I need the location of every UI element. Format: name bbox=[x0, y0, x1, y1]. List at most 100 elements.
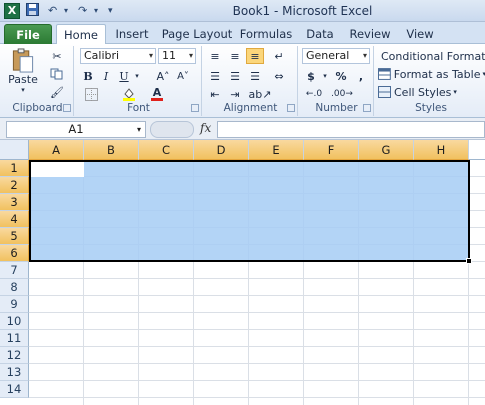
align-bottom-icon[interactable]: ≡ bbox=[246, 48, 264, 64]
tab-review[interactable]: Review bbox=[346, 24, 394, 44]
row-header-1[interactable]: 1 bbox=[0, 160, 29, 177]
column-header-partial[interactable] bbox=[469, 140, 485, 160]
paste-icon bbox=[12, 48, 34, 73]
underline-button[interactable]: U bbox=[116, 68, 132, 84]
alignment-group-label: Alignment bbox=[223, 102, 278, 114]
tab-insert[interactable]: Insert bbox=[110, 24, 154, 44]
number-group: General ▾ $ ▾ % , ←.0 .00→ Number bbox=[300, 46, 374, 116]
borders-icon[interactable] bbox=[80, 86, 102, 102]
row-header-5[interactable]: 5 bbox=[0, 228, 29, 245]
row-header-3[interactable]: 3 bbox=[0, 194, 29, 211]
cell-styles-button[interactable]: Cell Styles ▾ bbox=[378, 84, 485, 100]
comma-button[interactable]: , bbox=[352, 68, 370, 84]
name-box[interactable]: A1 ▾ bbox=[6, 121, 146, 138]
percent-button[interactable]: % bbox=[332, 68, 350, 84]
name-box-value: A1 bbox=[68, 122, 84, 136]
row-header-4[interactable]: 4 bbox=[0, 211, 29, 228]
row-header-12[interactable]: 12 bbox=[0, 347, 29, 364]
shrink-font-button[interactable]: A˅ bbox=[174, 68, 192, 84]
increase-indent-icon[interactable]: ⇥ bbox=[226, 86, 244, 102]
column-header-c[interactable]: C bbox=[139, 140, 194, 160]
column-header-d[interactable]: D bbox=[194, 140, 249, 160]
tab-page-layout[interactable]: Page Layout bbox=[160, 24, 234, 44]
tab-data[interactable]: Data bbox=[300, 24, 340, 44]
currency-button[interactable]: $ bbox=[302, 68, 320, 84]
active-cell[interactable] bbox=[31, 162, 84, 177]
currency-dropdown-icon[interactable]: ▾ bbox=[320, 68, 330, 84]
font-group: Calibri ▾ 11 ▾ B I U ▾ A˄ A˅ A Font bbox=[76, 46, 202, 116]
row-header-2[interactable]: 2 bbox=[0, 177, 29, 194]
tab-view[interactable]: View bbox=[400, 24, 440, 44]
row-header-14[interactable]: 14 bbox=[0, 381, 29, 398]
cut-icon[interactable]: ✂ bbox=[46, 48, 68, 64]
italic-button[interactable]: I bbox=[98, 68, 114, 84]
alignment-launcher-icon[interactable] bbox=[287, 104, 295, 112]
format-painter-icon[interactable]: 🖌 bbox=[46, 84, 68, 100]
number-format-select[interactable]: General ▾ bbox=[302, 48, 370, 64]
column-header-a[interactable]: A bbox=[29, 140, 84, 160]
font-size-select[interactable]: 11 ▾ bbox=[158, 48, 196, 64]
paste-button[interactable]: Paste ▾ bbox=[6, 48, 40, 94]
underline-dropdown-icon[interactable]: ▾ bbox=[132, 68, 142, 84]
insert-function-icon[interactable]: fx bbox=[200, 121, 211, 135]
orientation-icon[interactable]: ab↗ bbox=[248, 86, 272, 102]
worksheet-grid[interactable]: ABCDEFGH 1 2 3 4 5 6 7 8 9 10 11 12 13 14 bbox=[0, 140, 485, 405]
conditional-formatting-button[interactable]: Conditional Formatti bbox=[378, 48, 485, 64]
chevron-down-icon: ▾ bbox=[188, 51, 193, 60]
font-name-select[interactable]: Calibri ▾ bbox=[80, 48, 156, 64]
title-bar: X ↶ ▾ ↷ ▾ ▾ Book1 - Microsoft Excel bbox=[0, 0, 485, 22]
formula-input[interactable] bbox=[217, 121, 485, 138]
select-all-button[interactable] bbox=[0, 140, 29, 160]
row-header-8[interactable]: 8 bbox=[0, 279, 29, 296]
gridline-horizontal bbox=[29, 329, 485, 330]
cell-styles-icon bbox=[378, 86, 391, 98]
number-launcher-icon[interactable] bbox=[363, 104, 371, 112]
clipboard-launcher-icon[interactable] bbox=[63, 104, 71, 112]
font-launcher-icon[interactable] bbox=[191, 104, 199, 112]
ribbon: Paste ▾ ✂ 🖌 Clipboard Calibri ▾ 11 ▾ B I U… bbox=[0, 44, 485, 118]
row-header-13[interactable]: 13 bbox=[0, 364, 29, 381]
format-as-table-button[interactable]: Format as Table ▾ bbox=[378, 66, 485, 82]
formula-bar-resize-handle[interactable] bbox=[150, 121, 194, 138]
align-top-icon[interactable]: ≡ bbox=[206, 48, 224, 64]
column-header-f[interactable]: F bbox=[304, 140, 359, 160]
row-header-10[interactable]: 10 bbox=[0, 313, 29, 330]
row-header-7[interactable]: 7 bbox=[0, 262, 29, 279]
column-header-b[interactable]: B bbox=[84, 140, 139, 160]
decrease-decimal-icon[interactable]: .00→ bbox=[330, 86, 354, 102]
paste-dropdown-icon: ▾ bbox=[21, 86, 25, 94]
row-header-9[interactable]: 9 bbox=[0, 296, 29, 313]
chevron-down-icon: ▾ bbox=[362, 51, 367, 60]
grow-font-button[interactable]: A˄ bbox=[154, 68, 172, 84]
copy-icon[interactable] bbox=[46, 66, 68, 82]
chevron-down-icon: ▾ bbox=[453, 88, 457, 96]
align-center-icon[interactable]: ☰ bbox=[226, 68, 244, 84]
format-as-table-icon bbox=[378, 68, 391, 80]
tab-formulas[interactable]: Formulas bbox=[238, 24, 294, 44]
font-color-button[interactable]: A bbox=[146, 86, 168, 102]
align-right-icon[interactable]: ☰ bbox=[246, 68, 264, 84]
decrease-indent-icon[interactable]: ⇤ bbox=[206, 86, 224, 102]
styles-group: Conditional Formatti Format as Table ▾ C… bbox=[376, 46, 485, 116]
align-middle-icon[interactable]: ≡ bbox=[226, 48, 244, 64]
merge-center-icon[interactable]: ⇔ bbox=[268, 68, 290, 84]
gridline-horizontal bbox=[29, 397, 485, 398]
column-header-e[interactable]: E bbox=[249, 140, 304, 160]
wrap-text-icon[interactable]: ↵ bbox=[268, 48, 290, 64]
row-header-11[interactable]: 11 bbox=[0, 330, 29, 347]
gridline-horizontal bbox=[29, 363, 485, 364]
gridline-horizontal bbox=[29, 346, 485, 347]
font-size-value: 11 bbox=[162, 49, 176, 62]
bold-button[interactable]: B bbox=[80, 68, 96, 84]
column-header-h[interactable]: H bbox=[414, 140, 469, 160]
cell-styles-label: Cell Styles bbox=[394, 85, 452, 99]
column-header-g[interactable]: G bbox=[359, 140, 414, 160]
format-as-table-label: Format as Table bbox=[393, 67, 481, 81]
row-header-6[interactable]: 6 bbox=[0, 245, 29, 262]
tab-file[interactable]: File bbox=[4, 24, 52, 44]
fill-handle[interactable] bbox=[466, 258, 472, 264]
fill-color-icon[interactable] bbox=[118, 86, 140, 102]
align-left-icon[interactable]: ☰ bbox=[206, 68, 224, 84]
increase-decimal-icon[interactable]: ←.0 bbox=[302, 86, 326, 102]
tab-home[interactable]: Home bbox=[56, 24, 106, 45]
